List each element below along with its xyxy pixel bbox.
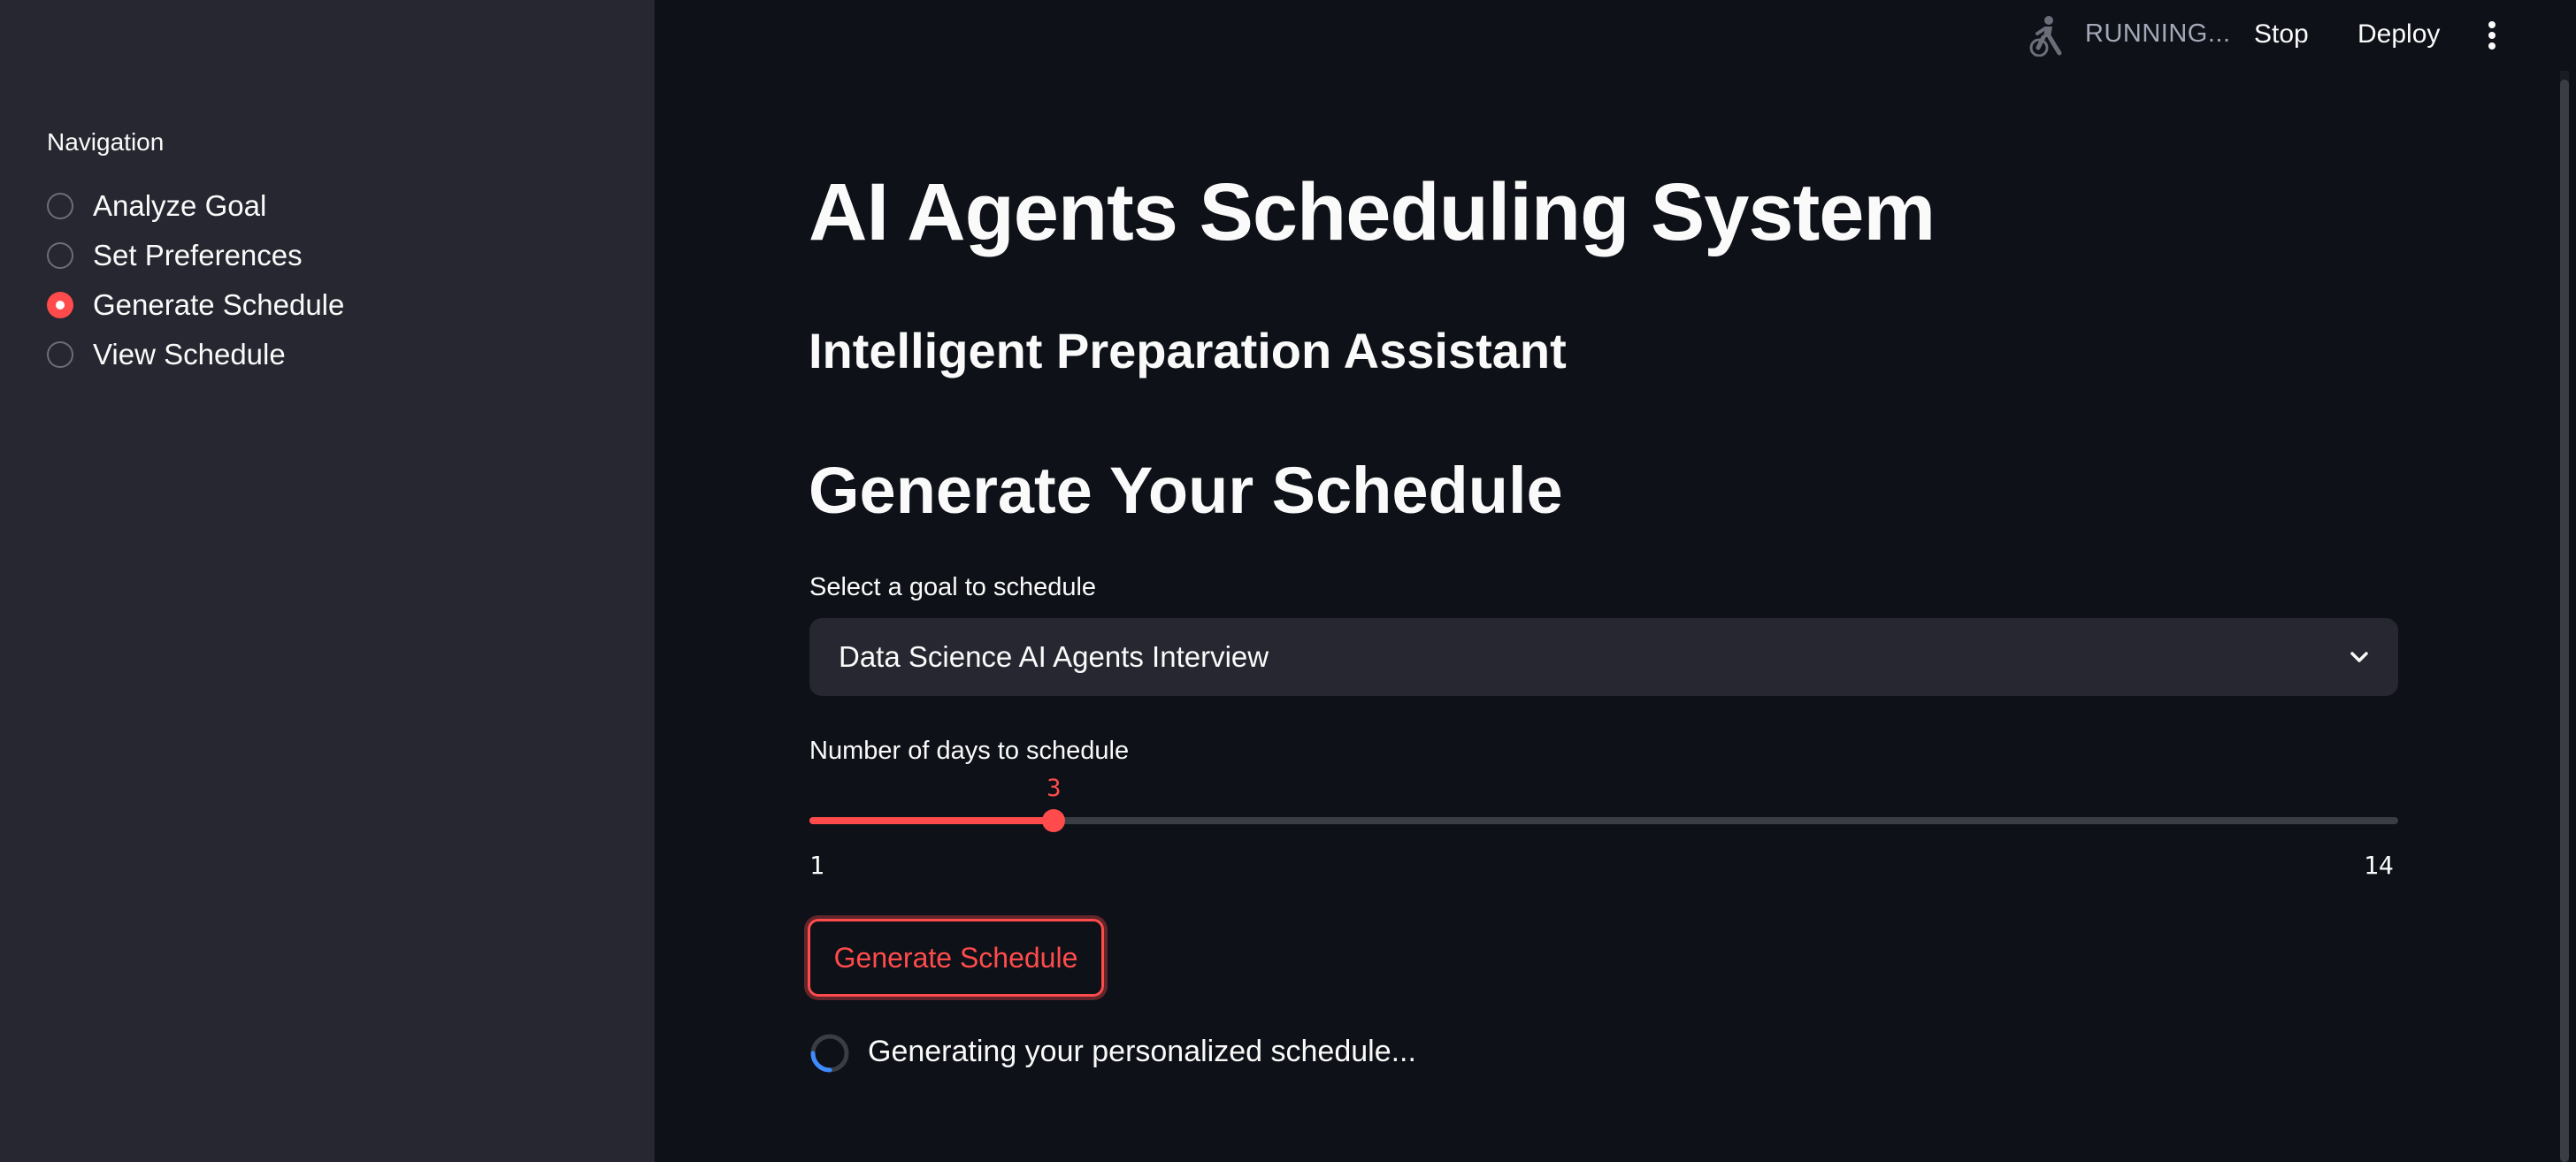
nav-item-set-preferences[interactable]: Set Preferences xyxy=(47,231,344,280)
goal-select-label: Select a goal to schedule xyxy=(809,573,1097,601)
nav-item-label: Generate Schedule xyxy=(93,288,345,321)
radio-selected-icon[interactable] xyxy=(47,292,73,318)
radio-unselected-icon[interactable] xyxy=(47,242,73,269)
days-slider-min: 1 xyxy=(809,851,824,880)
spinner-text: Generating your personalized schedule... xyxy=(868,1035,1416,1068)
navigation-radio-group: Analyze Goal Set Preferences Generate Sc… xyxy=(47,181,344,379)
generate-schedule-button[interactable]: Generate Schedule xyxy=(808,919,1104,997)
days-slider-value: 3 xyxy=(1046,775,1062,802)
section-title: Generate Your Schedule xyxy=(809,454,1563,527)
sidebar: Navigation Analyze Goal Set Preferences … xyxy=(0,0,655,1162)
nav-item-label: Analyze Goal xyxy=(93,189,267,222)
days-slider-fill xyxy=(809,817,1054,824)
days-slider-label: Number of days to schedule xyxy=(809,737,1130,765)
nav-item-generate-schedule[interactable]: Generate Schedule xyxy=(47,280,344,330)
running-person-icon xyxy=(2029,16,2062,57)
app-root: Navigation Analyze Goal Set Preferences … xyxy=(0,0,2576,1162)
kebab-menu-icon[interactable] xyxy=(2477,18,2507,53)
days-slider-thumb[interactable] xyxy=(1042,809,1066,832)
nav-item-label: View Schedule xyxy=(93,338,286,371)
days-slider-max: 14 xyxy=(2364,851,2394,880)
deploy-button[interactable]: Deploy xyxy=(2358,19,2440,50)
goal-select-value: Data Science AI Agents Interview xyxy=(839,640,1269,673)
radio-unselected-icon[interactable] xyxy=(47,341,73,368)
stop-button[interactable]: Stop xyxy=(2254,19,2309,50)
goal-select[interactable]: Data Science AI Agents Interview xyxy=(809,618,2398,696)
page-subtitle: Intelligent Preparation Assistant xyxy=(809,323,1567,378)
scrollbar-thumb[interactable] xyxy=(2560,80,2569,1162)
running-status: RUNNING... xyxy=(2085,19,2231,48)
radio-unselected-icon[interactable] xyxy=(47,193,73,219)
nav-item-view-schedule[interactable]: View Schedule xyxy=(47,330,344,379)
page-title: AI Agents Scheduling System xyxy=(809,167,1936,257)
loading-spinner-icon xyxy=(810,1034,849,1073)
nav-item-analyze-goal[interactable]: Analyze Goal xyxy=(47,181,344,231)
nav-item-label: Set Preferences xyxy=(93,239,303,271)
navigation-label: Navigation xyxy=(47,128,165,156)
chevron-down-icon xyxy=(2350,652,2368,662)
